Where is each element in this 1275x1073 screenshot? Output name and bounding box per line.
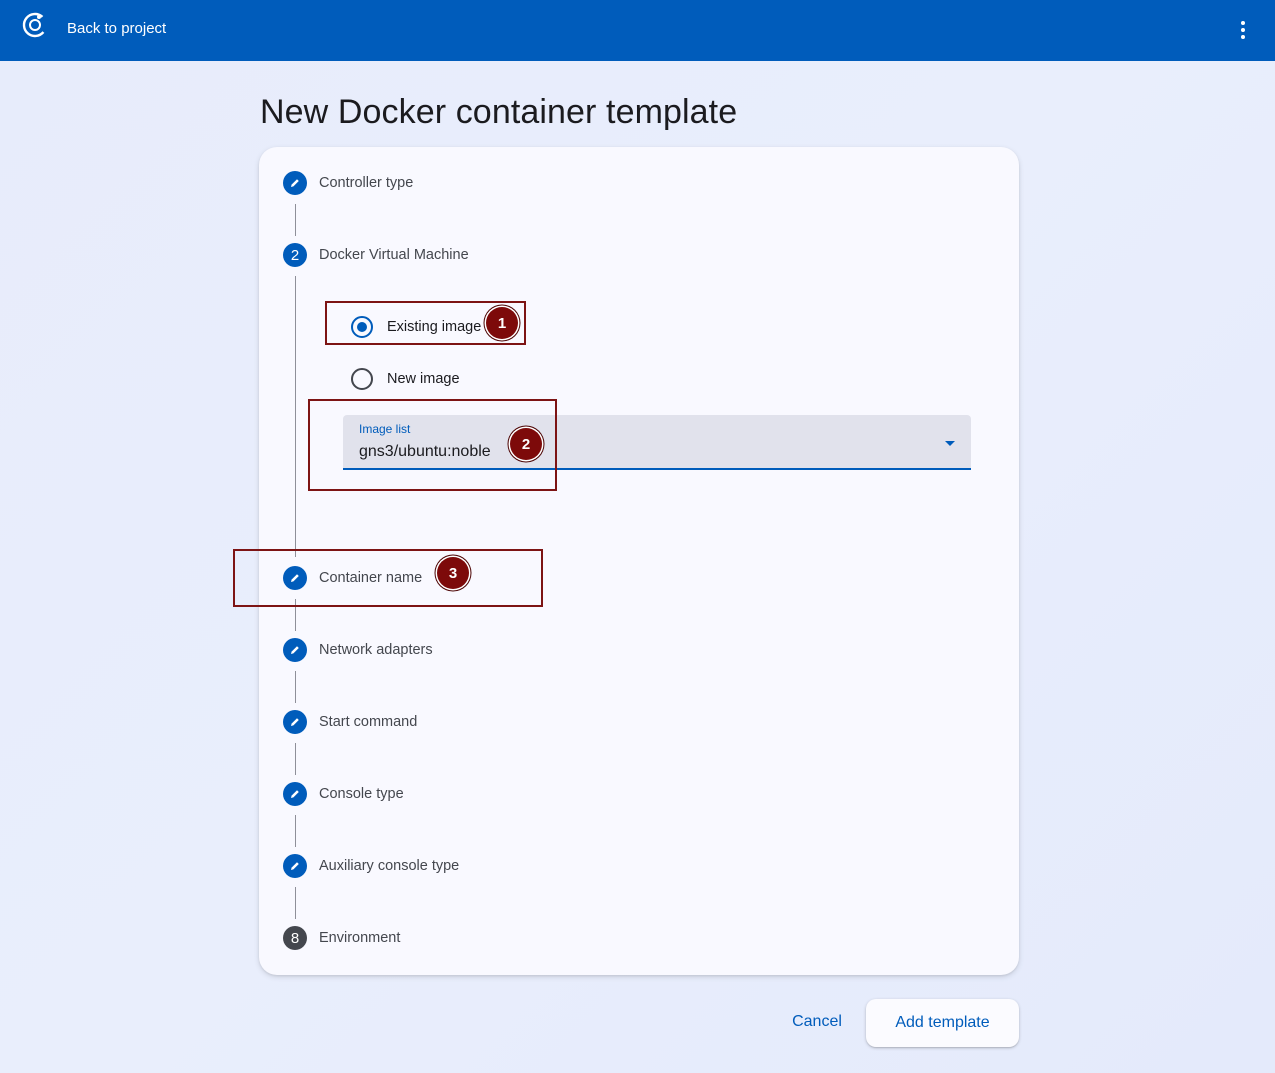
step-console-type[interactable]: Console type (283, 782, 404, 806)
step-label: Auxiliary console type (319, 858, 460, 874)
step-number: 8 (283, 926, 307, 950)
step-label: Start command (319, 714, 418, 730)
step-controller-type[interactable]: Controller type (283, 171, 413, 195)
step-label: Console type (319, 786, 404, 802)
step-connector (295, 276, 296, 557)
step-docker-virtual-machine[interactable]: 2 Docker Virtual Machine (283, 243, 469, 267)
pencil-icon (283, 854, 307, 878)
annotation-badge-1: 1 (486, 307, 518, 339)
pencil-icon (283, 171, 307, 195)
step-label: Controller type (319, 175, 414, 191)
cancel-button[interactable]: Cancel (776, 1002, 858, 1042)
new-image-radio[interactable]: New image (351, 368, 460, 390)
dropdown-arrow-icon[interactable] (945, 441, 955, 446)
step-label: Network adapters (319, 642, 433, 658)
pencil-icon (283, 638, 307, 662)
pencil-icon (283, 710, 307, 734)
annotation-badge-3: 3 (437, 557, 469, 589)
step-connector (295, 743, 296, 775)
step-number: 2 (283, 243, 307, 267)
page-title: New Docker container template (260, 93, 738, 131)
back-to-project-link[interactable]: Back to project (67, 20, 166, 37)
step-connector (295, 204, 296, 236)
annotation-badge-2: 2 (510, 428, 542, 460)
step-connector (295, 671, 296, 703)
more-vert-icon[interactable] (1229, 16, 1257, 44)
top-app-bar: Back to project (0, 0, 1275, 61)
step-environment[interactable]: 8 Environment (283, 926, 400, 950)
gns3-logo-icon[interactable] (22, 12, 48, 38)
radio-unchecked-icon[interactable] (351, 368, 373, 390)
step-label: Environment (319, 930, 401, 946)
add-template-button[interactable]: Add template (866, 999, 1019, 1047)
step-network-adapters[interactable]: Network adapters (283, 638, 433, 662)
step-connector (295, 815, 296, 847)
annotation-box-3 (233, 549, 543, 607)
radio-label: New image (387, 371, 460, 387)
step-start-command[interactable]: Start command (283, 710, 417, 734)
step-label: Docker Virtual Machine (319, 247, 469, 263)
step-auxiliary-console-type[interactable]: Auxiliary console type (283, 854, 459, 878)
step-connector (295, 887, 296, 919)
pencil-icon (283, 782, 307, 806)
